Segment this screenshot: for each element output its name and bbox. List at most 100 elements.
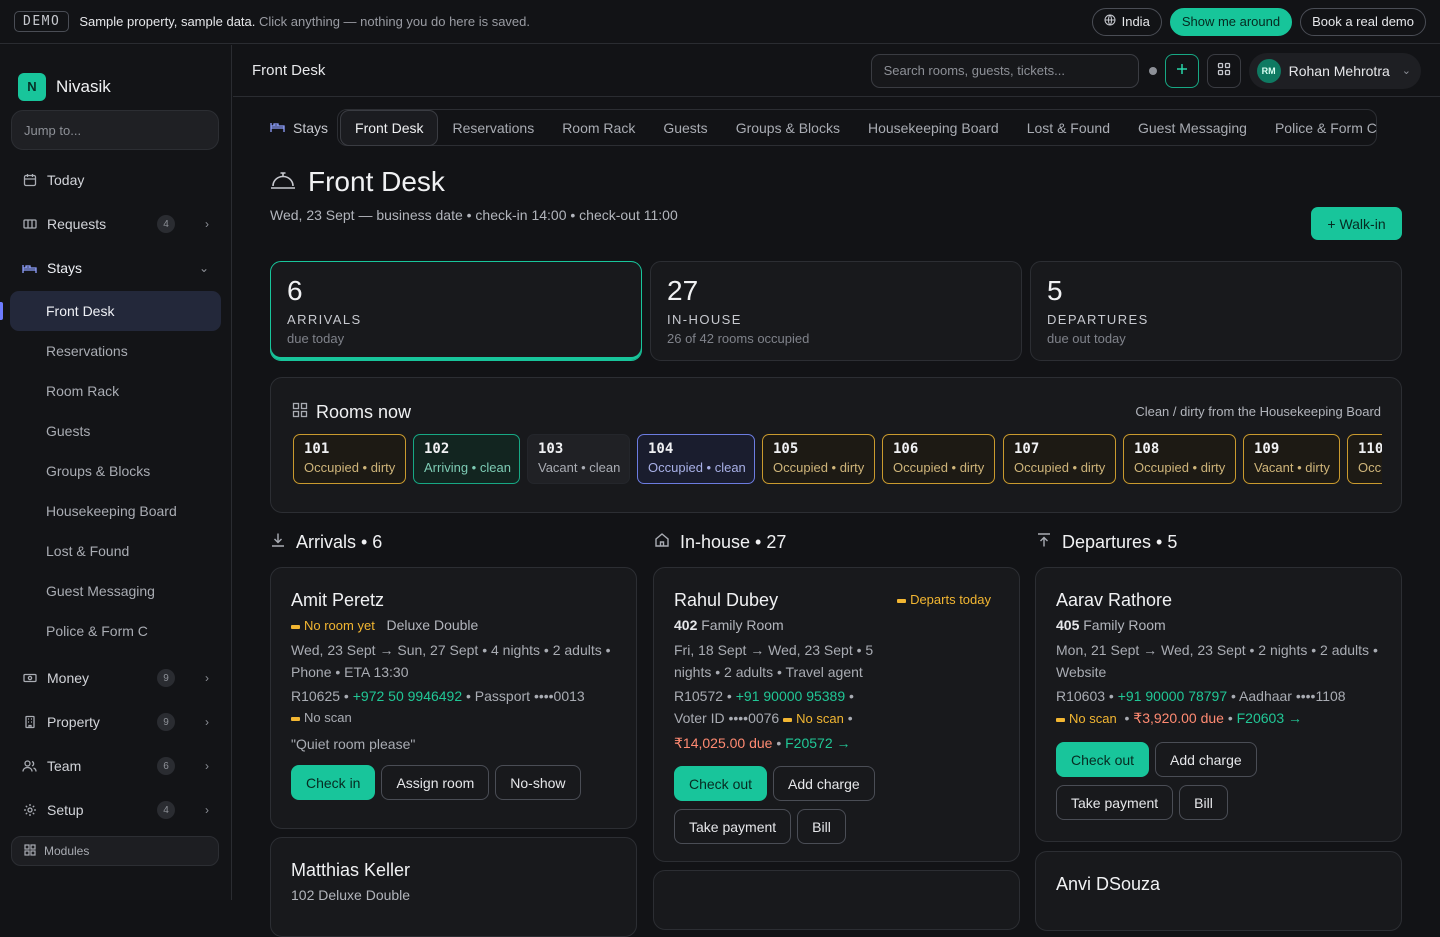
arrival-card[interactable]: Amit Peretz No room yet Deluxe Double We…	[270, 567, 637, 829]
grid-icon	[1217, 62, 1231, 79]
sidebar-sub-groups-blocks[interactable]: Groups & Blocks	[10, 451, 221, 491]
chevron-down-icon: ⌄	[1401, 65, 1411, 77]
sidebar-sub-lost-found[interactable]: Lost & Found	[10, 531, 221, 571]
avatar: RM	[1256, 58, 1281, 83]
check-in-button[interactable]: Check in	[291, 765, 376, 800]
region-selector[interactable]: India	[1091, 7, 1162, 36]
departures-stat-card[interactable]: 5 DEPARTURES due out today	[1030, 261, 1402, 361]
sidebar-item-team[interactable]: Team 6 ›	[10, 746, 221, 786]
sidebar-sub-reservations[interactable]: Reservations	[10, 331, 221, 371]
tab-front-desk[interactable]: Front Desk	[340, 110, 439, 146]
arrival-card[interactable]: Matthias Keller 102 Deluxe Double	[270, 837, 637, 937]
room-tile[interactable]: 103 Vacant • clean	[527, 434, 630, 484]
guest-name: Anvi DSouza	[1056, 874, 1161, 894]
modules-button[interactable]: Modules	[11, 836, 219, 866]
room-tile[interactable]: 107 Occupied • dirty	[1003, 434, 1116, 484]
jump-to-input[interactable]: Jump to...	[11, 110, 219, 150]
room-tile[interactable]: 105 Occupied • dirty	[762, 434, 875, 484]
departure-card[interactable]: Aarav Rathore 405 Family Room Mon, 21 Se…	[1035, 567, 1402, 842]
stay-source: Website	[1056, 664, 1107, 680]
user-menu[interactable]: RM Rohan Mehrotra ⌄	[1248, 52, 1421, 89]
add-charge-button[interactable]: Add charge	[773, 766, 875, 801]
add-button[interactable]	[1164, 53, 1199, 88]
sidebar-sub-police-form-c[interactable]: Police & Form C	[10, 611, 221, 651]
rooms-now-title: Rooms now	[292, 402, 411, 423]
search-input[interactable]: Search rooms, guests, tickets...	[870, 53, 1139, 88]
guest-name: Aarav Rathore	[1056, 590, 1173, 610]
show-me-around-button[interactable]: Show me around	[1169, 7, 1293, 36]
room-tile[interactable]: 110 Occupied • dirty	[1347, 434, 1382, 484]
sidebar-item-today[interactable]: Today	[10, 160, 221, 200]
guest-note: "Quiet room please"	[291, 736, 416, 752]
tab-reservations[interactable]: Reservations	[438, 110, 548, 146]
in-house-card[interactable]: Rahul Dubey Departs today 402 Family Roo…	[653, 567, 1020, 862]
assign-room-button[interactable]: Assign room	[381, 765, 490, 800]
sidebar-item-stays[interactable]: Stays ⌄	[10, 248, 221, 288]
folio-link[interactable]: F20603 →	[1237, 710, 1302, 726]
tab-police-form-c[interactable]: Police & Form C	[1261, 110, 1391, 146]
chevron-right-icon: ›	[205, 715, 209, 729]
room-status: Occupied • dirty	[773, 460, 865, 475]
check-out-button[interactable]: Check out	[1056, 742, 1150, 777]
sidebar-sub-housekeeping[interactable]: Housekeeping Board	[10, 491, 221, 531]
sidebar-sub-guests[interactable]: Guests	[10, 411, 221, 451]
chevron-down-icon: ⌄	[198, 261, 209, 275]
tab-lost-found[interactable]: Lost & Found	[1013, 110, 1124, 146]
guest-name: Matthias Keller	[291, 860, 411, 880]
in-house-stat-card[interactable]: 27 IN-HOUSE 26 of 42 rooms occupied	[650, 261, 1022, 361]
bill-button[interactable]: Bill	[797, 809, 846, 844]
folio-link[interactable]: F20572 →	[785, 735, 850, 751]
sidebar-sub-guest-messaging[interactable]: Guest Messaging	[10, 571, 221, 611]
tab-guests[interactable]: Guests	[649, 110, 721, 146]
sidebar-item-setup[interactable]: Setup 4 ›	[10, 790, 221, 830]
book-demo-button[interactable]: Book a real demo	[1300, 7, 1426, 36]
balance-due: ₹14,025.00 due • F20572 →	[674, 735, 851, 751]
take-payment-button[interactable]: Take payment	[674, 809, 792, 844]
tab-groups-blocks[interactable]: Groups & Blocks	[722, 110, 854, 146]
tab-room-rack[interactable]: Room Rack	[548, 110, 649, 146]
walk-in-button[interactable]: + Walk-in	[1311, 207, 1402, 240]
team-count-badge: 6	[157, 757, 175, 775]
take-payment-button[interactable]: Take payment	[1056, 785, 1174, 820]
sidebar-sub-room-rack[interactable]: Room Rack	[10, 371, 221, 411]
sidebar-item-requests[interactable]: Requests 4 ›	[10, 204, 221, 244]
apps-grid-button[interactable]	[1206, 53, 1241, 88]
guest-name: Amit Peretz	[291, 590, 385, 610]
tab-housekeeping-board[interactable]: Housekeeping Board	[854, 110, 1013, 146]
check-out-button[interactable]: Check out	[674, 766, 768, 801]
room-tile[interactable]: 104 Occupied • clean	[637, 434, 755, 484]
stat-subtext: 26 of 42 rooms occupied	[667, 331, 810, 346]
sidebar-sub-front-desk[interactable]: Front Desk	[10, 291, 221, 331]
money-count-badge: 9	[157, 669, 175, 687]
room-tile[interactable]: 108 Occupied • dirty	[1123, 434, 1236, 484]
room-status: Arriving • clean	[424, 460, 511, 475]
room-tile[interactable]: 106 Occupied • dirty	[882, 434, 995, 484]
room-status: Vacant • clean	[538, 460, 621, 475]
gear-icon	[22, 803, 37, 818]
room-number: 101	[304, 441, 330, 457]
tab-guest-messaging[interactable]: Guest Messaging	[1124, 110, 1261, 146]
stat-label: ARRIVALS	[287, 312, 362, 327]
no-show-button[interactable]: No-show	[495, 765, 581, 800]
sidebar-item-money[interactable]: Money 9 ›	[10, 658, 221, 698]
room-number: 108	[1134, 441, 1160, 457]
departure-card[interactable]: Anvi DSouza	[1035, 851, 1402, 931]
building-icon	[22, 715, 37, 730]
brand[interactable]: N Nivasik	[0, 45, 231, 110]
stat-number: 5	[1047, 275, 1063, 306]
in-house-card[interactable]	[653, 870, 1020, 930]
add-charge-button[interactable]: Add charge	[1155, 742, 1257, 777]
arrivals-stat-card[interactable]: 6 ARRIVALS due today	[270, 261, 642, 361]
bill-button[interactable]: Bill	[1179, 785, 1228, 820]
room-number: 109	[1254, 441, 1280, 457]
room-assignment: No room yet Deluxe Double	[291, 617, 616, 633]
room-tile[interactable]: 101 Occupied • dirty	[293, 434, 406, 484]
room-number: 106	[893, 441, 919, 457]
sidebar-item-property[interactable]: Property 9 ›	[10, 702, 221, 742]
phone-link[interactable]: +972 50 9946492	[353, 688, 462, 704]
room-tile[interactable]: 109 Vacant • dirty	[1243, 434, 1340, 484]
phone-link[interactable]: +91 90000 95389	[736, 688, 845, 704]
calendar-icon	[22, 173, 37, 188]
phone-link[interactable]: +91 90000 78797	[1118, 688, 1227, 704]
room-tile[interactable]: 102 Arriving • clean	[413, 434, 520, 484]
